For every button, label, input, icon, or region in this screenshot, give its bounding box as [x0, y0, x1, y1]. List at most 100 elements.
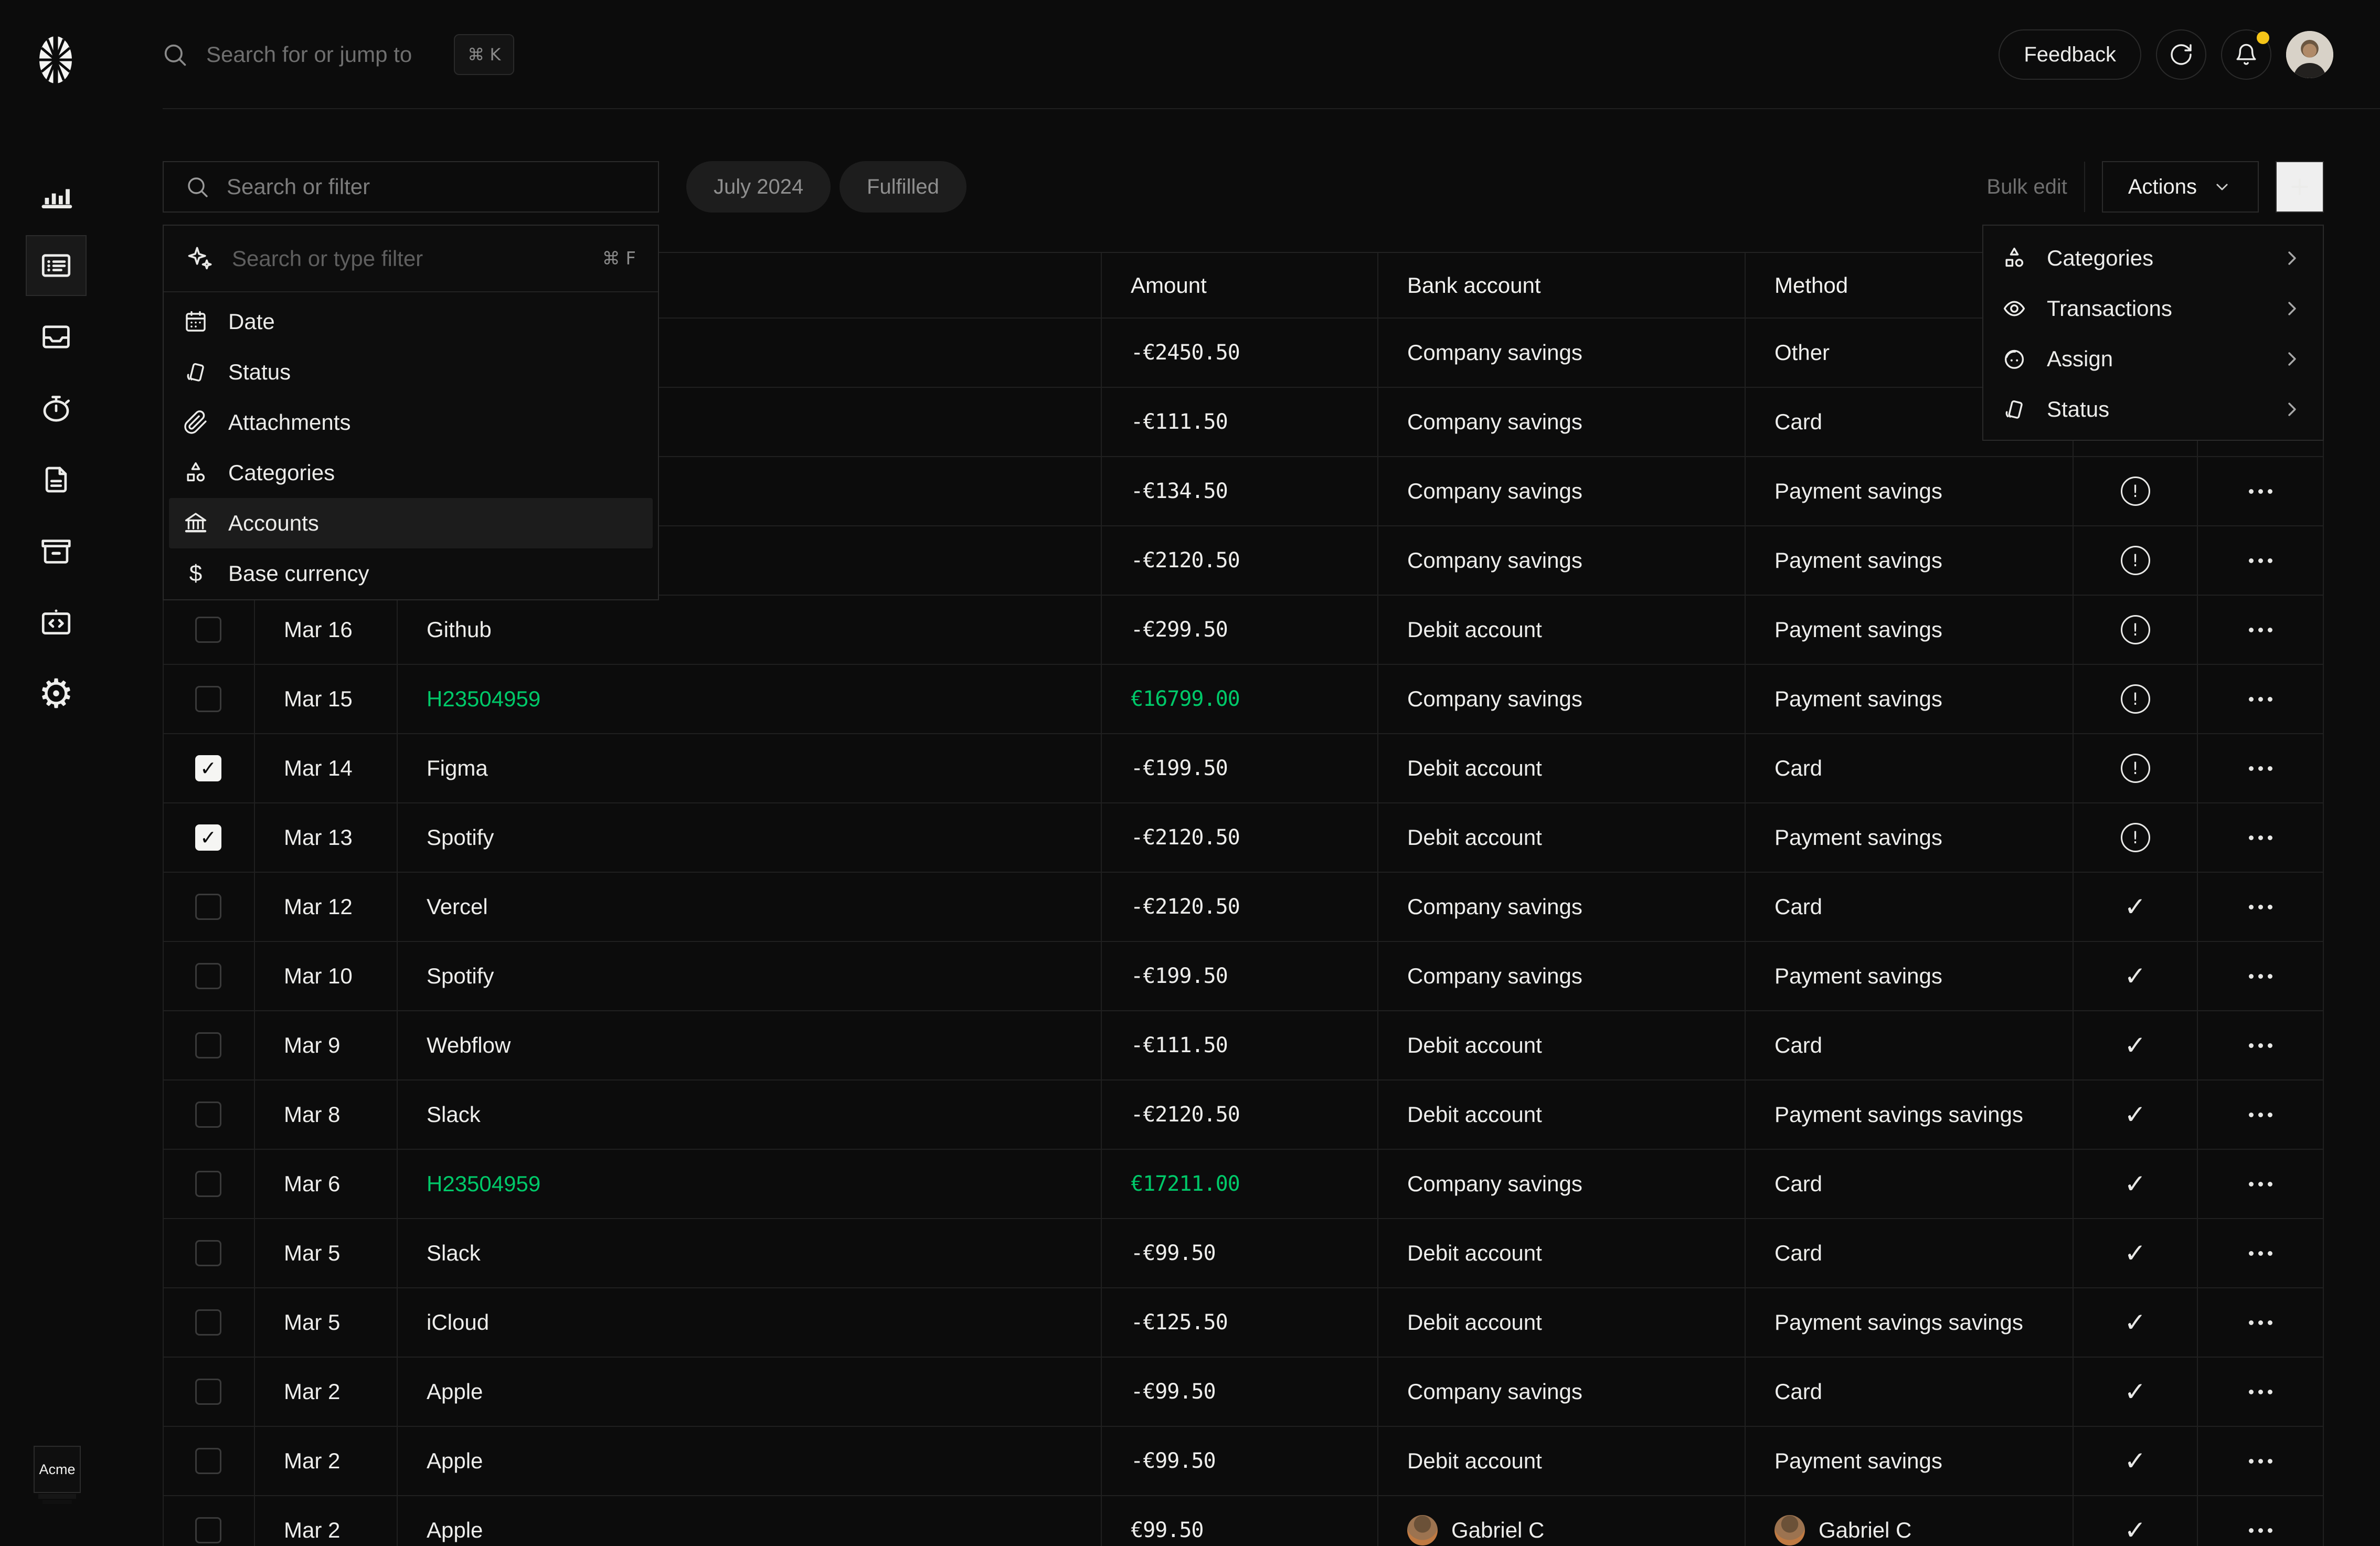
row-menu-button[interactable] [2249, 835, 2272, 840]
cell-actions [2198, 1081, 2324, 1150]
row-menu-button[interactable] [2249, 628, 2272, 632]
table-row[interactable]: Mar 8 Slack -€2120.50 Debit account Paym… [163, 1081, 2324, 1150]
menu-item-attachments[interactable]: Attachments [169, 397, 653, 448]
cell-description[interactable]: H23504959 [398, 1150, 1102, 1219]
notifications-button[interactable] [2221, 29, 2271, 80]
table-row[interactable]: Mar 10 Spotify -€199.50 Company savings … [163, 942, 2324, 1011]
row-checkbox[interactable] [195, 1171, 221, 1197]
row-checkbox[interactable] [195, 1102, 221, 1128]
row-menu-button[interactable] [2249, 766, 2272, 771]
global-search-input[interactable]: Search for or jump to ⌘ K [161, 29, 514, 80]
menu-item-status[interactable]: Status [169, 347, 653, 397]
menu-item-base-currency[interactable]: $ Base currency [169, 548, 653, 599]
table-row[interactable]: Mar 5 iCloud -€125.50 Debit account Paym… [163, 1288, 2324, 1358]
bank-account-text: Company savings [1407, 479, 1582, 504]
header-amount[interactable]: Amount [1102, 253, 1378, 319]
global-search-placeholder: Search for or jump to [206, 42, 412, 67]
row-menu-button[interactable] [2249, 1113, 2272, 1117]
cell-description[interactable]: Spotify [398, 942, 1102, 1011]
table-row[interactable]: Mar 9 Webflow -€111.50 Debit account Car… [163, 1011, 2324, 1081]
row-menu-button[interactable] [2249, 1320, 2272, 1325]
actions-menu-transactions[interactable]: Transactions [1988, 283, 2319, 334]
cell-description[interactable]: Apple [398, 1496, 1102, 1546]
row-menu-button[interactable] [2249, 974, 2272, 979]
menu-item-categories[interactable]: Categories [169, 448, 653, 498]
menu-item-date[interactable]: Date [169, 297, 653, 347]
row-menu-button[interactable] [2249, 558, 2272, 563]
bulk-edit-button[interactable]: Bulk edit [1986, 175, 2067, 199]
table-row[interactable]: Mar 2 Apple -€99.50 Company savings Card… [163, 1358, 2324, 1427]
refresh-button[interactable] [2156, 29, 2206, 80]
sidebar-item-overview[interactable] [26, 164, 87, 225]
sidebar-item-settings[interactable]: ⚙ [26, 663, 87, 724]
team-switcher[interactable]: Acme [34, 1446, 81, 1493]
row-menu-button[interactable] [2249, 1390, 2272, 1394]
table-row[interactable]: ✓ Mar 14 Figma -€199.50 Debit account Ca… [163, 734, 2324, 803]
table-row[interactable]: Mar 16 Github -€299.50 Debit account Pay… [163, 596, 2324, 665]
cell-description[interactable]: Spotify [398, 803, 1102, 873]
table-row[interactable]: Mar 5 Slack -€99.50 Debit account Card ✓ [163, 1219, 2324, 1288]
row-menu-button[interactable] [2249, 489, 2272, 494]
row-checkbox[interactable] [195, 1032, 221, 1058]
actions-menu-status[interactable]: Status [1988, 384, 2319, 435]
method-text: Card [1775, 1033, 1822, 1058]
row-checkbox[interactable] [195, 1240, 221, 1266]
sidebar-item-apps[interactable] [26, 592, 87, 653]
table-filter-input[interactable]: Search or filter [163, 161, 659, 213]
row-checkbox[interactable] [195, 963, 221, 989]
table-row[interactable]: Mar 2 Apple €99.50 Gabriel C Gabriel C ✓ [163, 1496, 2324, 1546]
table-row[interactable]: Mar 12 Vercel -€2120.50 Company savings … [163, 873, 2324, 942]
row-checkbox[interactable] [195, 686, 221, 712]
cell-description[interactable]: Apple [398, 1427, 1102, 1496]
table-row[interactable]: Mar 15 H23504959 €16799.00 Company savin… [163, 665, 2324, 734]
row-menu-button[interactable] [2249, 697, 2272, 702]
app-logo-icon[interactable] [30, 35, 81, 85]
sidebar-item-invoices[interactable] [26, 449, 87, 510]
add-transaction-button[interactable] [2276, 161, 2324, 213]
row-checkbox[interactable] [195, 1517, 221, 1543]
cell-description[interactable]: Vercel [398, 873, 1102, 942]
row-checkbox[interactable] [195, 617, 221, 643]
sidebar-item-inbox[interactable] [26, 306, 87, 367]
sidebar-item-tracker[interactable] [26, 378, 87, 439]
menu-item-accounts[interactable]: Accounts [169, 498, 653, 548]
row-menu-button[interactable] [2249, 1043, 2272, 1048]
row-checkbox[interactable] [195, 1309, 221, 1336]
cell-method: Payment savings [1746, 1427, 2074, 1496]
row-checkbox[interactable]: ✓ [195, 755, 221, 781]
row-checkbox[interactable] [195, 1379, 221, 1405]
row-menu-button[interactable] [2249, 1528, 2272, 1533]
filter-chip-status[interactable]: Fulfilled [840, 161, 966, 213]
feedback-button[interactable]: Feedback [1999, 29, 2141, 80]
cell-description[interactable]: Figma [398, 734, 1102, 803]
actions-menu-assign[interactable]: Assign [1988, 334, 2319, 384]
filter-menu-search[interactable]: Search or type filter ⌘ F [164, 226, 658, 292]
cell-description[interactable]: Github [398, 596, 1102, 665]
cell-description[interactable]: iCloud [398, 1288, 1102, 1358]
row-menu-button[interactable] [2249, 905, 2272, 909]
cell-description[interactable]: Slack [398, 1081, 1102, 1150]
table-row[interactable]: Mar 2 Apple -€99.50 Debit account Paymen… [163, 1427, 2324, 1496]
actions-menu-categories[interactable]: Categories [1988, 233, 2319, 283]
bank-account-text: Gabriel C [1451, 1518, 1544, 1543]
table-row[interactable]: Mar 6 H23504959 €17211.00 Company saving… [163, 1150, 2324, 1219]
cell-description[interactable]: Apple [398, 1358, 1102, 1427]
row-checkbox[interactable] [195, 894, 221, 920]
sidebar-item-vault[interactable] [26, 521, 87, 581]
user-avatar[interactable] [2286, 31, 2333, 78]
table-row[interactable]: ✓ Mar 13 Spotify -€2120.50 Debit account… [163, 803, 2324, 873]
header-bank-account[interactable]: Bank account [1378, 253, 1746, 319]
actions-dropdown-button[interactable]: Actions [2102, 161, 2259, 213]
row-checkbox[interactable] [195, 1448, 221, 1474]
cell-status: ✓ [2074, 1358, 2198, 1427]
row-checkbox[interactable]: ✓ [195, 824, 221, 851]
row-menu-button[interactable] [2249, 1182, 2272, 1187]
row-menu-button[interactable] [2249, 1251, 2272, 1256]
filter-chip-date[interactable]: July 2024 [686, 161, 831, 213]
cell-description[interactable]: H23504959 [398, 665, 1102, 734]
row-menu-button[interactable] [2249, 1459, 2272, 1464]
cell-description[interactable]: Slack [398, 1219, 1102, 1288]
check-icon: ✓ [2124, 1376, 2147, 1407]
cell-description[interactable]: Webflow [398, 1011, 1102, 1081]
sidebar-item-transactions[interactable] [26, 235, 87, 296]
